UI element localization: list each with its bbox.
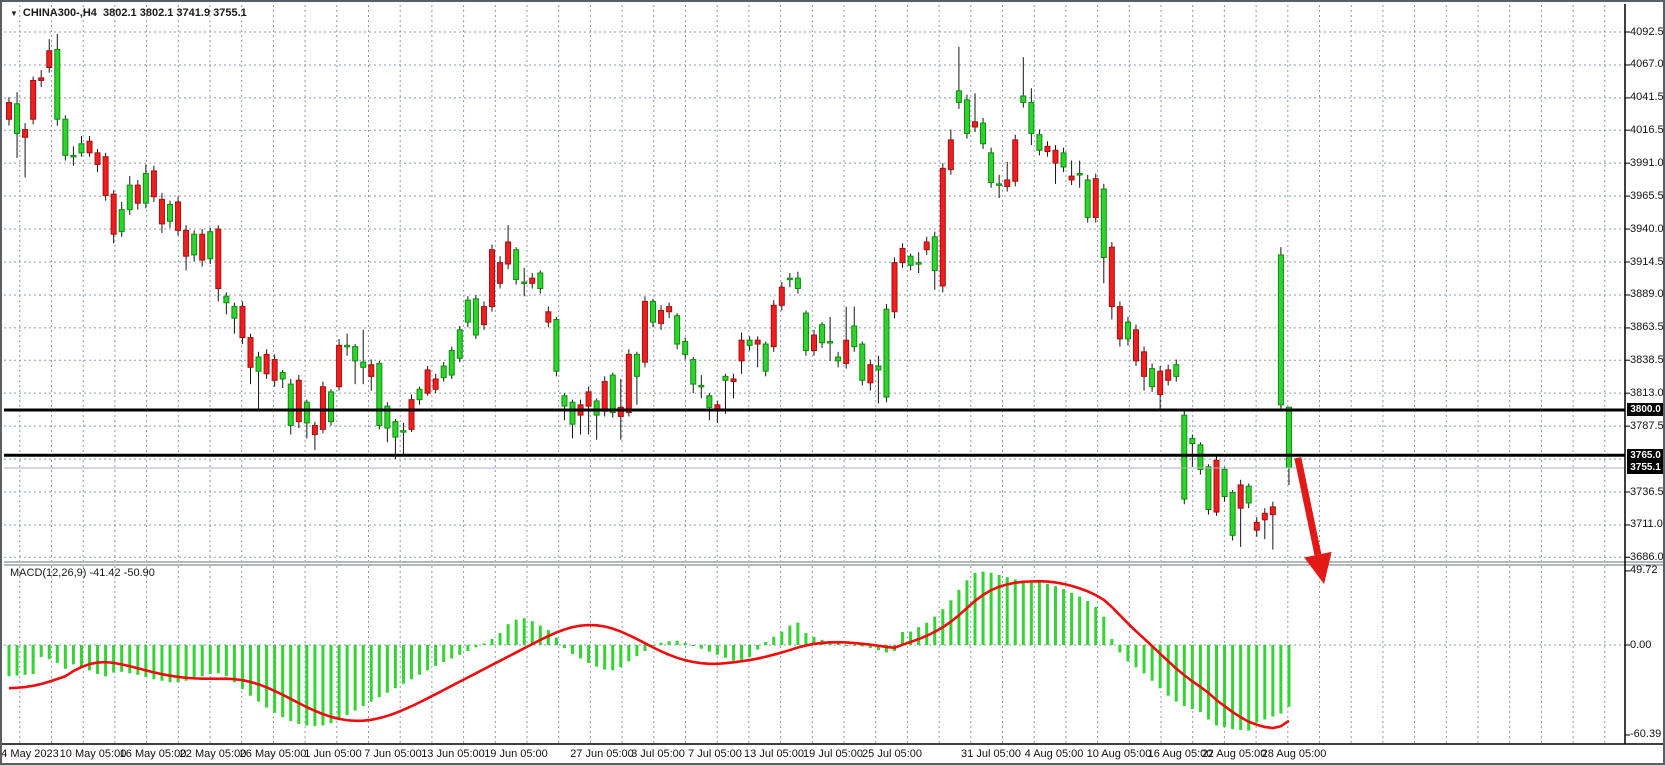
chart-canvas[interactable]	[2, 2, 1665, 765]
trading-chart-window: ▼CHINA300-,H4 3802.1 3802.1 3741.9 3755.…	[0, 0, 1665, 765]
candles	[7, 34, 1292, 550]
gridlines	[4, 5, 1625, 743]
axes	[2, 4, 1665, 744]
